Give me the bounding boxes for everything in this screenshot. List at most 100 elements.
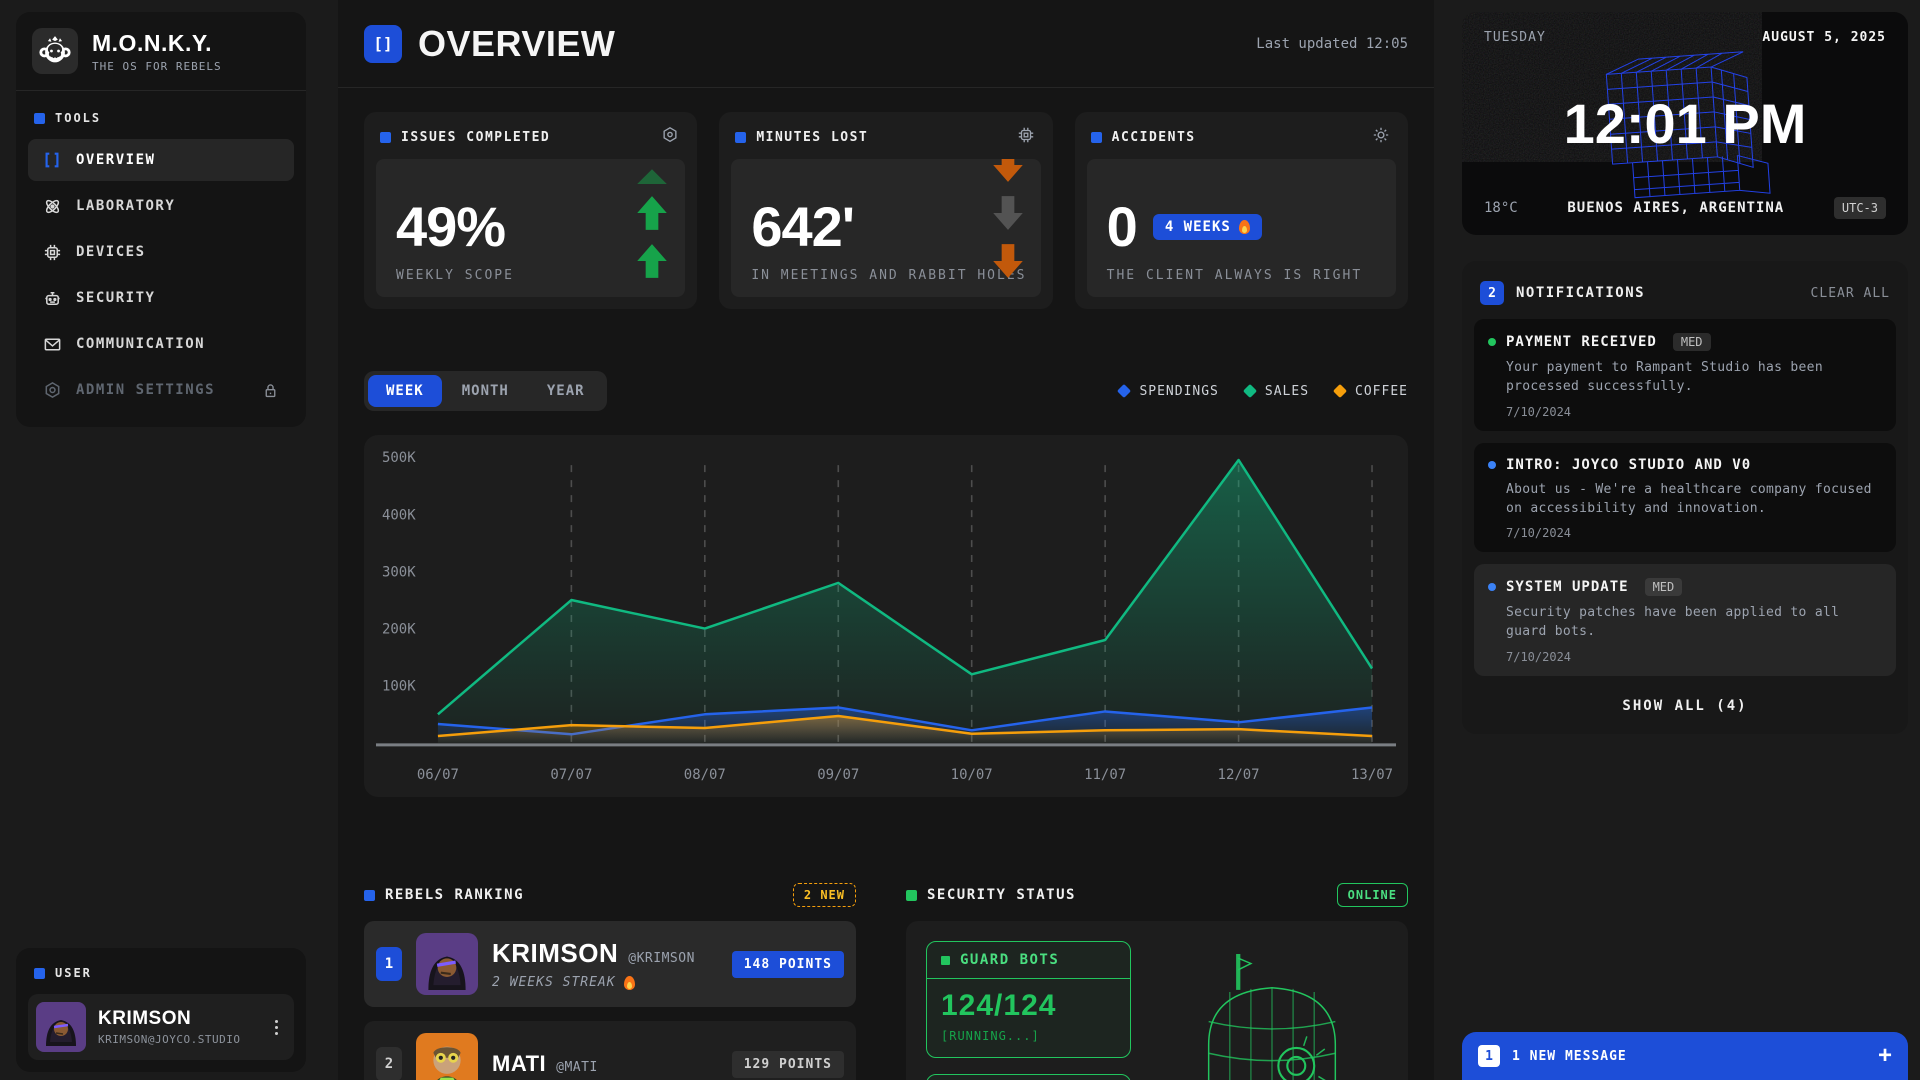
blue-status-dot: [1488, 461, 1496, 469]
user-menu-kebab-icon[interactable]: [267, 1012, 286, 1043]
robot-icon: [42, 288, 62, 308]
krimson-avatar: [416, 933, 478, 995]
clear-all-button[interactable]: CLEAR ALL: [1811, 286, 1890, 301]
blue-status-dot: [1488, 583, 1496, 591]
notification-intro-joyco[interactable]: INTRO: JOYCO STUDIO AND V0 About us - We…: [1474, 443, 1896, 553]
app-title: M.O.N.K.Y.: [92, 30, 222, 57]
page-header: [] OVERVIEW Last updated 12:05: [338, 0, 1434, 88]
stat-card-minutes: MINUTES LOST 642' IN MEETINGS AND RABBIT…: [719, 112, 1052, 309]
ranking-row-1[interactable]: 1 KRIMSON @KRIMSON 2 WEEKS STREAK: [364, 921, 856, 1007]
user-identity: KRIMSON KRIMSON@JOYCO.STUDIO: [98, 1008, 240, 1046]
user-section-label: USER: [28, 960, 294, 994]
notification-payment-received[interactable]: PAYMENT RECEIVED MED Your payment to Ram…: [1474, 319, 1896, 431]
notification-date: 7/10/2024: [1506, 405, 1882, 419]
tab-week[interactable]: WEEK: [368, 375, 442, 407]
sidebar-item-communication[interactable]: COMMUNICATION: [28, 323, 294, 365]
priority-badge: MED: [1645, 578, 1683, 596]
orange-diamond-icon: [1333, 384, 1347, 398]
sidebar-item-laboratory[interactable]: LABORATORY: [28, 185, 294, 227]
legend-coffee[interactable]: COFFEE: [1335, 384, 1408, 399]
sun-gear-icon[interactable]: [1372, 126, 1390, 149]
svg-text:12/07: 12/07: [1218, 767, 1260, 783]
section-marker-icon: [34, 113, 45, 124]
lock-icon: [260, 380, 280, 400]
section-marker-icon: [380, 132, 391, 143]
flame-icon: [624, 976, 635, 990]
legend-sales[interactable]: SALES: [1245, 384, 1309, 399]
sidebar-item-devices[interactable]: DEVICES: [28, 231, 294, 273]
rank-number: 1: [376, 947, 402, 981]
legend-spendings[interactable]: SPENDINGS: [1119, 384, 1218, 399]
points-badge: 148 POINTS: [732, 951, 844, 978]
svg-text:13/07: 13/07: [1351, 767, 1393, 783]
left-sidebar: M.O.N.K.Y. THE OS FOR REBELS TOOLS OVERV…: [0, 0, 306, 1080]
issues-value: 49%: [396, 199, 505, 255]
priority-badge: MED: [1673, 333, 1711, 351]
online-status-badge: ONLINE: [1337, 883, 1408, 907]
user-avatar: [36, 1002, 86, 1052]
accidents-value: 0 4 WEEKS: [1107, 199, 1262, 255]
tools-section-label: TOOLS: [28, 105, 294, 139]
monky-dashboard: M.O.N.K.Y. THE OS FOR REBELS TOOLS OVERV…: [0, 0, 1920, 1080]
notification-system-update[interactable]: SYSTEM UPDATE MED Security patches have …: [1474, 564, 1896, 676]
show-all-button[interactable]: SHOW ALL (4): [1474, 688, 1896, 722]
issues-caption: WEEKLY SCOPE: [396, 268, 514, 283]
guard-bots-panel: GUARD BOTS 124/124 [RUNNING...]: [926, 941, 1131, 1058]
monkey-logo-icon: [32, 28, 78, 74]
svg-text:08/07: 08/07: [684, 767, 726, 783]
stat-card-accidents: ACCIDENTS 0 4 WEEKS THE CLIENT ALWAYS IS…: [1075, 112, 1408, 309]
sidebar-item-admin-settings[interactable]: ADMIN SETTINGS: [28, 369, 294, 411]
location-label: BUENOS AIRES, ARGENTINA: [1518, 200, 1834, 216]
current-time: 12:01 PM: [1564, 91, 1807, 156]
user-email: KRIMSON@JOYCO.STUDIO: [98, 1033, 240, 1046]
stat-body-issues: 49% WEEKLY SCOPE: [376, 159, 685, 297]
green-status-dot: [1488, 338, 1496, 346]
new-message-bar[interactable]: 1 1 NEW MESSAGE +: [1462, 1032, 1908, 1080]
section-marker-icon: [1091, 132, 1102, 143]
security-panel: GUARD BOTS 124/124 [RUNNING...] FIREWALL: [906, 921, 1408, 1080]
logo-text: M.O.N.K.Y. THE OS FOR REBELS: [92, 30, 222, 73]
sidebar-item-overview[interactable]: OVERVIEW: [28, 139, 294, 181]
ranking-row-2[interactable]: 2 MATI @MATI 129 POINTS: [364, 1021, 856, 1080]
user-card: USER KRIMSON KRIMSON@JOYCO.STUDIO: [16, 948, 306, 1072]
chip-settings-icon[interactable]: [1017, 126, 1035, 149]
overview-brackets-icon: []: [364, 25, 402, 63]
chart-toolbar: WEEK MONTH YEAR SPENDINGS SALES COFFEE: [364, 371, 1408, 411]
stat-body-accidents: 0 4 WEEKS THE CLIENT ALWAYS IS RIGHT: [1087, 159, 1396, 297]
temperature-label: 18°C: [1484, 200, 1518, 216]
svg-text:09/07: 09/07: [817, 767, 859, 783]
hexagon-settings-icon[interactable]: [661, 126, 679, 149]
svg-text:06/07: 06/07: [417, 767, 459, 783]
message-count-badge: 1: [1478, 1045, 1500, 1067]
ranking-row-2-text: MATI @MATI: [492, 1051, 598, 1077]
accidents-caption: THE CLIENT ALWAYS IS RIGHT: [1107, 268, 1363, 283]
spendings-sales-coffee-chart[interactable]: 100K200K300K400K500K06/0707/0708/0709/07…: [364, 435, 1408, 797]
tab-year[interactable]: YEAR: [529, 375, 603, 407]
section-marker-icon: [735, 132, 746, 143]
chart-legend: SPENDINGS SALES COFFEE: [1119, 384, 1408, 399]
plus-icon[interactable]: +: [1878, 1044, 1892, 1068]
timezone-badge: UTC-3: [1834, 197, 1886, 219]
rebel-streak: 2 WEEKS STREAK: [492, 975, 616, 990]
notification-date: 7/10/2024: [1506, 650, 1882, 664]
gear-hexagon-icon: [42, 380, 62, 400]
tab-month[interactable]: MONTH: [444, 375, 527, 407]
notifications-panel: 2 NOTIFICATIONS CLEAR ALL PAYMENT RECEIV…: [1462, 261, 1908, 734]
logo-row: M.O.N.K.Y. THE OS FOR REBELS: [16, 12, 306, 90]
stat-card-issues: ISSUES COMPLETED 49% WEEKLY SCOPE: [364, 112, 697, 309]
user-row[interactable]: KRIMSON KRIMSON@JOYCO.STUDIO: [28, 994, 294, 1060]
blue-diamond-icon: [1117, 384, 1131, 398]
security-status-section: SECURITY STATUS ONLINE GUARD BOTS 124/12…: [906, 883, 1408, 1080]
sidebar-item-security[interactable]: SECURITY: [28, 277, 294, 319]
page-title: OVERVIEW: [418, 23, 615, 65]
sidebar-card: M.O.N.K.Y. THE OS FOR REBELS TOOLS OVERV…: [16, 12, 306, 427]
last-updated: Last updated 12:05: [1256, 36, 1408, 52]
svg-text:200K: 200K: [382, 622, 416, 638]
ranking-row-1-text: KRIMSON @KRIMSON 2 WEEKS STREAK: [492, 938, 695, 990]
svg-text:400K: 400K: [382, 507, 416, 523]
main-content: [] OVERVIEW Last updated 12:05 ISSUES CO…: [338, 0, 1434, 1080]
firewall-panel: FIREWALL: [926, 1074, 1131, 1080]
rebel-handle: @MATI: [556, 1060, 598, 1075]
rank-number: 2: [376, 1047, 402, 1080]
stat-cards: ISSUES COMPLETED 49% WEEKLY SCOPE: [364, 112, 1408, 309]
